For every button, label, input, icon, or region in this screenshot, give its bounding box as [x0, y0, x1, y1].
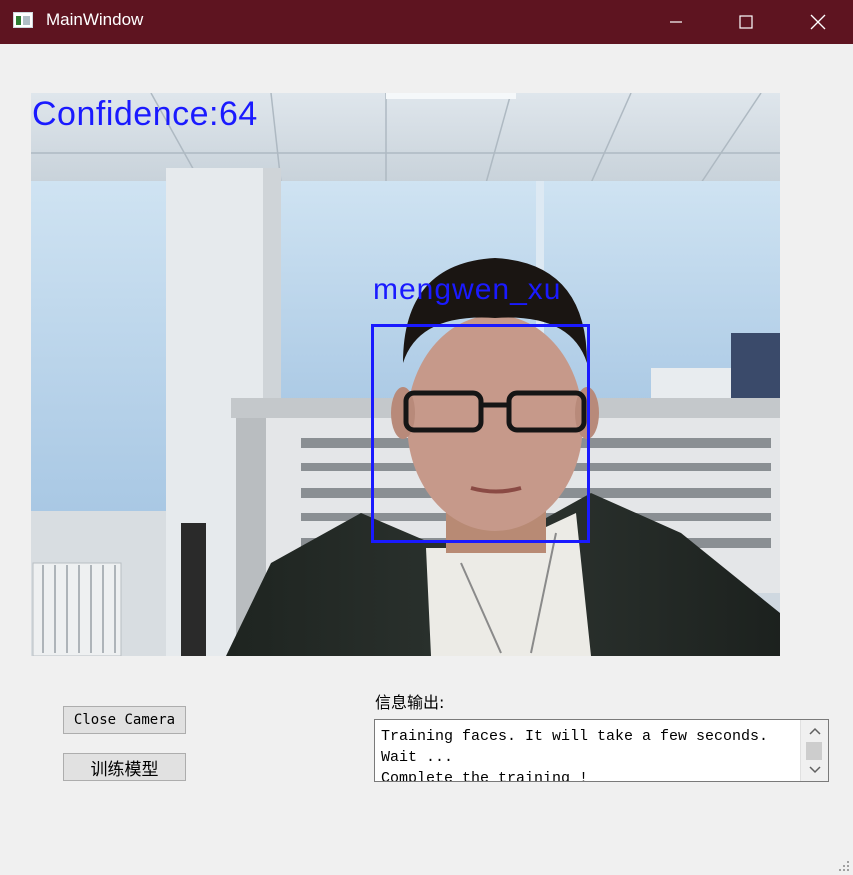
camera-view: Confidence:64 mengwen_xu	[31, 93, 780, 656]
window-title: MainWindow	[46, 10, 144, 29]
scroll-up-button[interactable]	[801, 722, 828, 740]
chevron-up-icon	[808, 727, 821, 735]
close-button[interactable]	[783, 0, 853, 44]
person-name-overlay-text: mengwen_xu	[373, 273, 562, 306]
minimize-icon	[670, 21, 682, 23]
close-icon	[810, 14, 826, 30]
maximize-button[interactable]	[711, 0, 781, 44]
confidence-overlay-text: Confidence:64	[32, 95, 258, 133]
vertical-scrollbar[interactable]	[800, 720, 828, 781]
scroll-down-button[interactable]	[801, 761, 828, 779]
face-detection-box	[371, 324, 590, 543]
title-bar[interactable]: MainWindow	[0, 0, 853, 44]
info-output-text: Training faces. It will take a few secon…	[381, 728, 769, 782]
resize-grip-icon[interactable]	[838, 860, 850, 872]
info-output-textbox[interactable]: Training faces. It will take a few secon…	[374, 719, 829, 782]
scroll-thumb[interactable]	[806, 742, 822, 760]
app-window-icon	[13, 12, 33, 28]
chevron-down-icon	[808, 766, 821, 774]
close-camera-button[interactable]: Close Camera	[63, 706, 186, 734]
train-model-button[interactable]: 训练模型	[63, 753, 186, 781]
maximize-icon	[739, 15, 753, 29]
minimize-button[interactable]	[641, 0, 711, 44]
info-output-label: 信息输出:	[375, 693, 445, 712]
